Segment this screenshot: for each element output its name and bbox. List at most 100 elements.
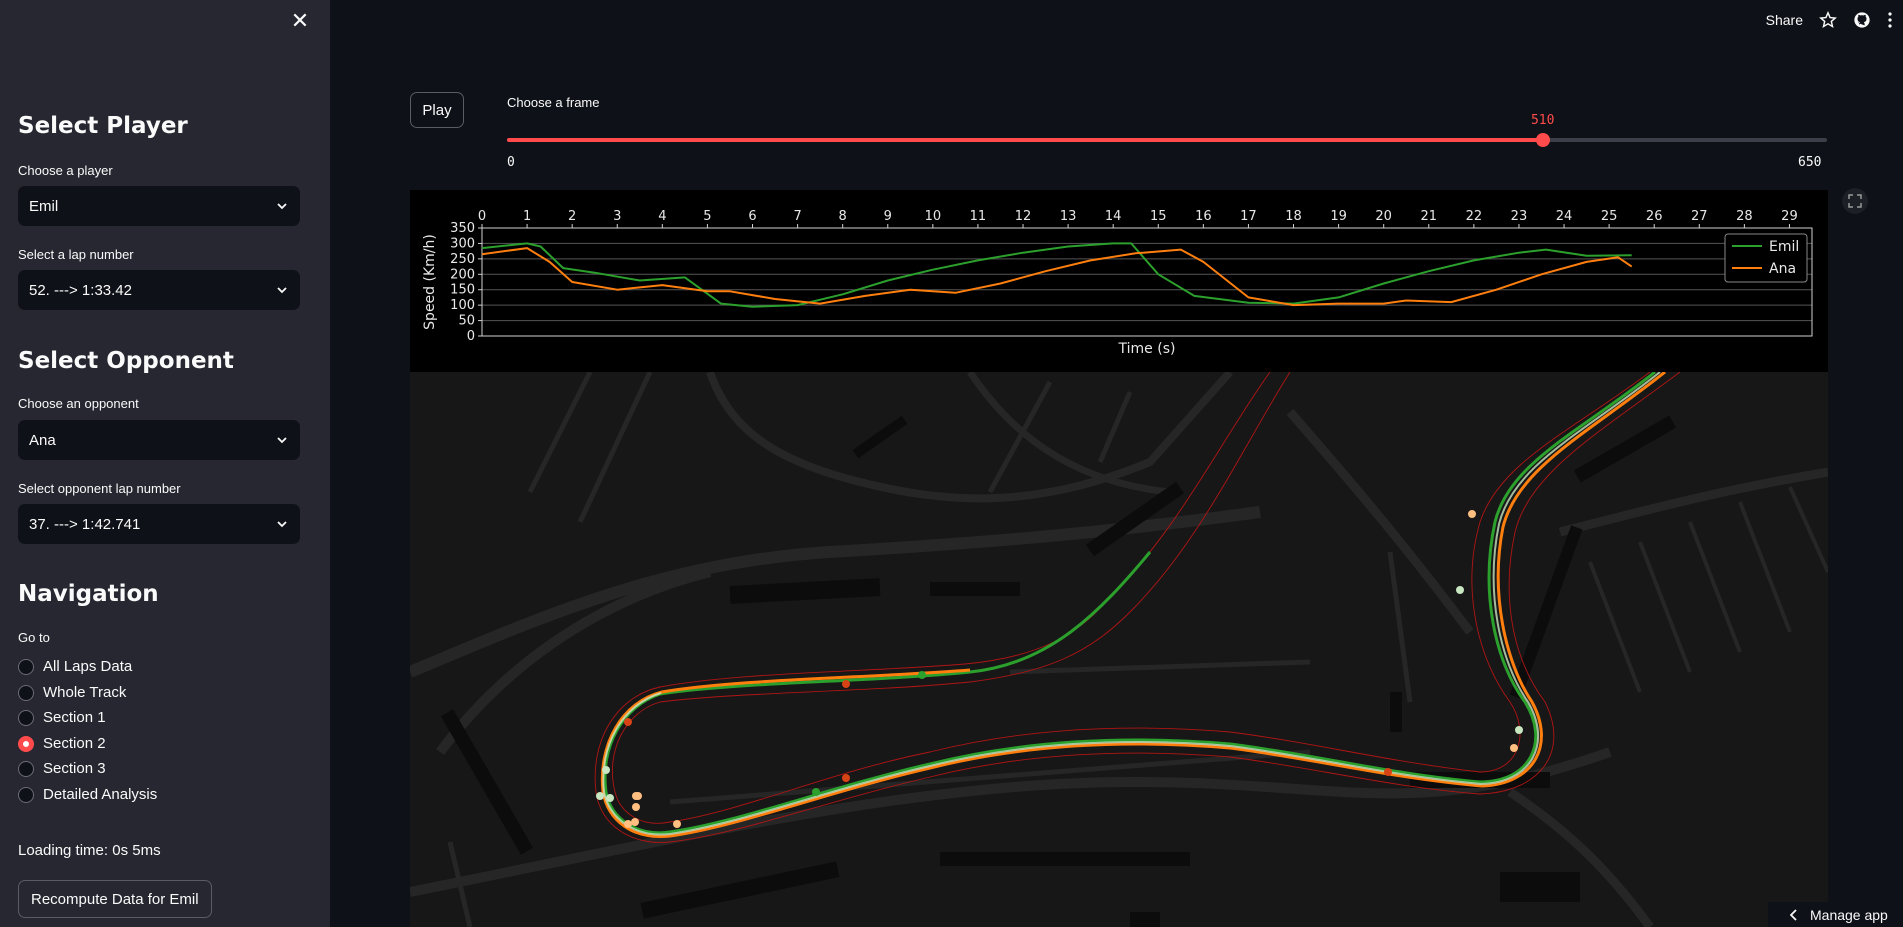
nav-radio-label: Section 2 bbox=[43, 735, 106, 752]
x-tick-label: 27 bbox=[1691, 209, 1708, 224]
radio-indicator bbox=[18, 786, 34, 803]
nav-radio-whole-track[interactable]: Whole Track bbox=[18, 684, 126, 701]
nav-radio-label: Whole Track bbox=[43, 684, 127, 701]
lap-label: Select a lap number bbox=[18, 247, 134, 262]
y-tick-label: 300 bbox=[450, 236, 475, 251]
x-tick-label: 4 bbox=[658, 209, 666, 224]
sidebar: ✕ Select Player Choose a player Emil Sel… bbox=[0, 0, 330, 927]
player-select[interactable]: Emil bbox=[18, 186, 300, 226]
x-tick-label: 0 bbox=[478, 209, 486, 224]
frame-slider[interactable]: 510 bbox=[507, 113, 1827, 147]
series-line-ana bbox=[481, 247, 1633, 307]
x-tick-label: 3 bbox=[613, 209, 621, 224]
recompute-button[interactable]: Recompute Data for Emil bbox=[18, 880, 212, 918]
opponent-label: Choose an opponent bbox=[18, 396, 139, 411]
chevron-down-icon bbox=[277, 203, 287, 210]
legend: Emil Ana bbox=[1724, 233, 1808, 283]
chevron-down-icon bbox=[277, 521, 287, 528]
radio-indicator bbox=[18, 658, 34, 675]
star-icon[interactable] bbox=[1819, 11, 1837, 29]
x-tick-label: 19 bbox=[1330, 209, 1347, 224]
y-tick-label: 0 bbox=[467, 329, 475, 344]
loading-time: Loading time: 0s 5ms bbox=[18, 842, 161, 859]
x-tick-label: 28 bbox=[1736, 209, 1753, 224]
x-tick-label: 16 bbox=[1195, 209, 1212, 224]
x-tick-label: 9 bbox=[884, 209, 892, 224]
select-player-heading: Select Player bbox=[18, 113, 188, 139]
x-tick-label: 22 bbox=[1466, 209, 1483, 224]
manage-app-label: Manage app bbox=[1810, 906, 1888, 923]
x-tick-label: 6 bbox=[748, 209, 756, 224]
nav-radio-detailed-analysis[interactable]: Detailed Analysis bbox=[18, 786, 157, 803]
radio-indicator bbox=[18, 760, 34, 777]
y-tick-label: 200 bbox=[450, 267, 475, 282]
legend-emil-label: Emil bbox=[1769, 239, 1799, 255]
x-tick-label: 10 bbox=[925, 209, 942, 224]
player-label: Choose a player bbox=[18, 163, 113, 178]
manage-app-button[interactable]: Manage app bbox=[1768, 902, 1903, 927]
y-tick-label: 350 bbox=[450, 221, 475, 236]
nav-radio-label: Section 1 bbox=[43, 709, 106, 726]
goto-label: Go to bbox=[18, 630, 50, 645]
track-map[interactable] bbox=[410, 372, 1828, 927]
y-tick-label: 250 bbox=[450, 252, 475, 267]
x-tick-label: 1 bbox=[523, 209, 531, 224]
nav-radio-section-3[interactable]: Section 3 bbox=[18, 760, 106, 777]
x-tick-label: 26 bbox=[1646, 209, 1663, 224]
speed-chart: 0 1 2 3 4 5 6 7 8 9 10 11 12 13 14 15 16 17 18 19 20 21 22 23 24… bbox=[410, 190, 1828, 372]
y-axis-label: Speed (Km/h) bbox=[422, 234, 438, 330]
nav-radio-label: All Laps Data bbox=[43, 658, 133, 675]
frame-slider-value: 510 bbox=[1530, 113, 1555, 128]
track-map-svg bbox=[410, 372, 1828, 927]
series-line-emil bbox=[481, 242, 1632, 308]
legend-ana-label: Ana bbox=[1769, 261, 1796, 277]
frame-slider-label: Choose a frame bbox=[507, 95, 600, 110]
frame-slider-max: 650 bbox=[1798, 155, 1822, 170]
radio-indicator bbox=[18, 684, 34, 701]
share-button[interactable]: Share bbox=[1766, 12, 1803, 28]
opponent-lap-label: Select opponent lap number bbox=[18, 481, 181, 496]
x-tick-label: 15 bbox=[1150, 209, 1167, 224]
nav-radio-section-2[interactable]: Section 2 bbox=[18, 735, 106, 752]
x-tick-label: 20 bbox=[1375, 209, 1392, 224]
y-tick-label: 150 bbox=[450, 283, 475, 298]
lap-select-value: 52. ---> 1:33.42 bbox=[29, 281, 132, 299]
x-tick-label: 18 bbox=[1285, 209, 1302, 224]
x-tick-label: 7 bbox=[793, 209, 801, 224]
lap-select[interactable]: 52. ---> 1:33.42 bbox=[18, 270, 300, 310]
more-menu-icon[interactable] bbox=[1887, 11, 1893, 29]
y-tick-label: 50 bbox=[458, 314, 475, 329]
github-icon[interactable] bbox=[1853, 11, 1871, 29]
opponent-lap-select-value: 37. ---> 1:42.741 bbox=[29, 515, 141, 533]
x-tick-label: 11 bbox=[970, 209, 987, 224]
nav-radio-label: Detailed Analysis bbox=[43, 786, 158, 803]
frame-slider-min: 0 bbox=[507, 155, 515, 170]
x-tick-label: 12 bbox=[1015, 209, 1032, 224]
x-tick-label: 5 bbox=[703, 209, 711, 224]
speed-chart-svg: 0 1 2 3 4 5 6 7 8 9 10 11 12 13 14 15 16 17 18 19 20 21 22 23 24… bbox=[422, 209, 1813, 357]
chevron-down-icon bbox=[277, 287, 287, 294]
fullscreen-expand-icon[interactable] bbox=[1842, 188, 1868, 214]
x-tick-label: 2 bbox=[568, 209, 576, 224]
navigation-heading: Navigation bbox=[18, 581, 159, 607]
frame-slider-fill bbox=[507, 138, 1543, 142]
x-tick-label: 24 bbox=[1556, 209, 1573, 224]
top-toolbar: Share bbox=[1766, 0, 1903, 40]
opponent-select[interactable]: Ana bbox=[18, 420, 300, 460]
x-tick-label: 25 bbox=[1601, 209, 1618, 224]
player-select-value: Emil bbox=[29, 197, 59, 215]
frame-slider-thumb[interactable] bbox=[1535, 133, 1550, 147]
chevron-down-icon bbox=[277, 437, 287, 444]
select-opponent-heading: Select Opponent bbox=[18, 348, 234, 374]
close-sidebar-icon[interactable]: ✕ bbox=[288, 10, 312, 34]
nav-radio-all-laps[interactable]: All Laps Data bbox=[18, 658, 132, 675]
x-tick-label: 17 bbox=[1240, 209, 1257, 224]
opponent-lap-select[interactable]: 37. ---> 1:42.741 bbox=[18, 504, 300, 544]
x-tick-label: 8 bbox=[839, 209, 847, 224]
x-tick-label: 23 bbox=[1511, 209, 1528, 224]
play-button[interactable]: Play bbox=[410, 92, 464, 128]
radio-indicator bbox=[18, 709, 34, 726]
x-tick-label: 13 bbox=[1060, 209, 1077, 224]
chevron-left-icon bbox=[1790, 908, 1797, 921]
nav-radio-section-1[interactable]: Section 1 bbox=[18, 709, 106, 726]
